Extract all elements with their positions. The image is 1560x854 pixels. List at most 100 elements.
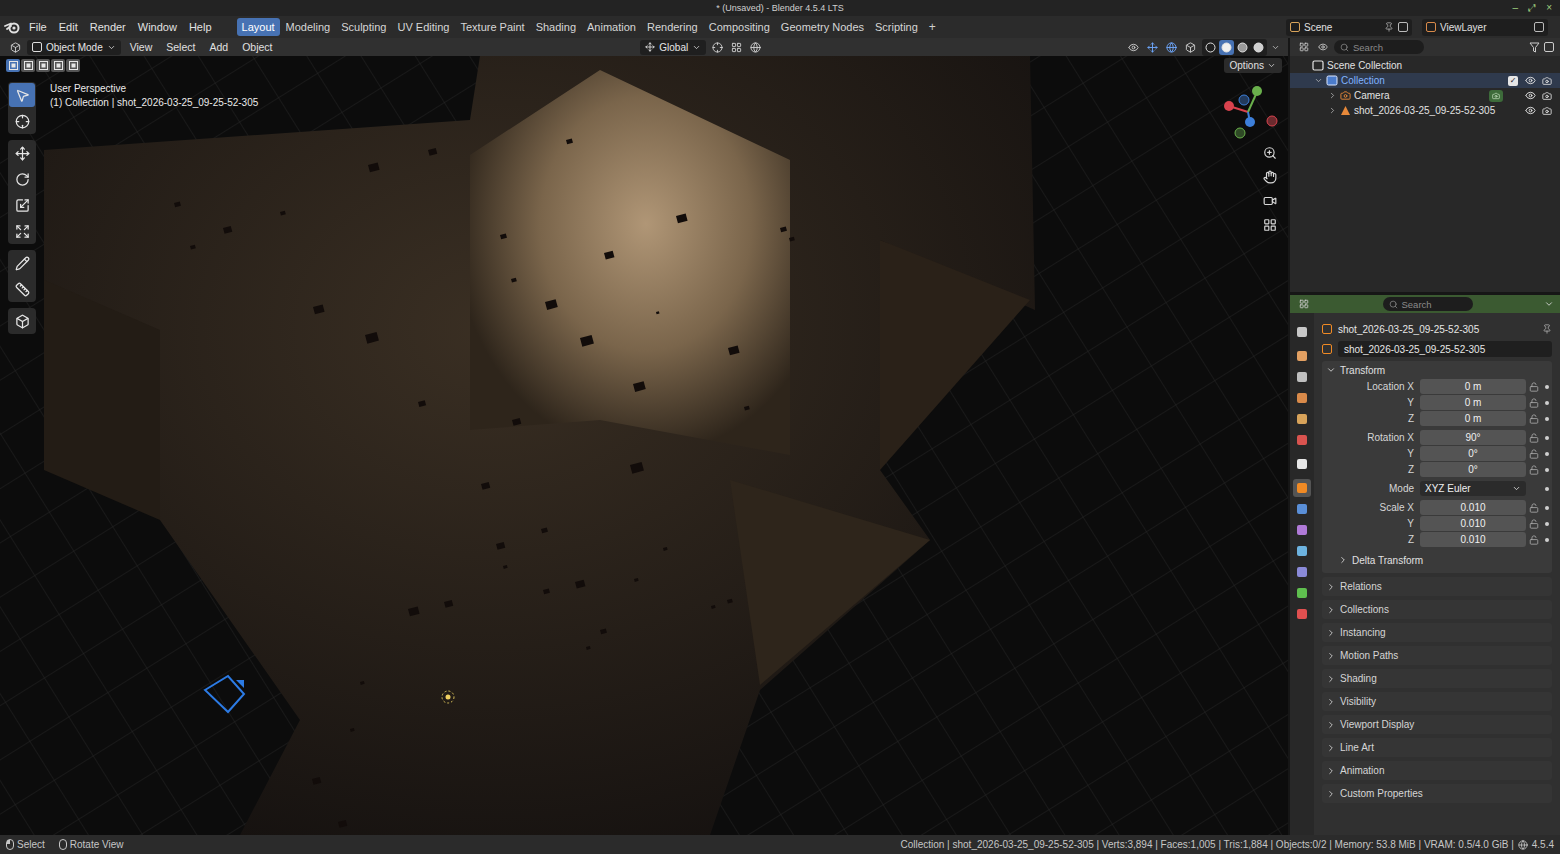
- menu-item[interactable]: File: [24, 19, 52, 35]
- tool-button[interactable]: [9, 309, 35, 333]
- number-field[interactable]: 0 m: [1420, 379, 1526, 394]
- outliner-row[interactable]: Camera: [1290, 88, 1560, 103]
- visibility-toggle[interactable]: [1523, 105, 1537, 116]
- camera-data-badge[interactable]: [1489, 90, 1503, 102]
- properties-tab[interactable]: [1293, 500, 1311, 518]
- xray-icon[interactable]: [1183, 40, 1198, 55]
- keyframe-dot[interactable]: [1545, 487, 1549, 491]
- keyframe-dot[interactable]: [1545, 436, 1549, 440]
- number-field[interactable]: 0.010: [1420, 532, 1526, 547]
- render-toggle[interactable]: [1540, 76, 1554, 86]
- 3d-viewport[interactable]: OptionsUser Perspective(1) Collection | …: [0, 56, 1288, 835]
- properties-tab[interactable]: [1293, 605, 1311, 623]
- outliner-search[interactable]: Search: [1334, 40, 1424, 54]
- unlock-icon[interactable]: [1529, 519, 1539, 529]
- workspace-tab[interactable]: Compositing: [704, 18, 775, 36]
- filter-icon[interactable]: [1529, 42, 1540, 53]
- unlock-icon[interactable]: [1529, 465, 1539, 475]
- tool-button[interactable]: [9, 109, 35, 133]
- menu-item[interactable]: Render: [85, 19, 131, 35]
- shading-options-icon[interactable]: [1271, 43, 1280, 52]
- wireframe-shading-icon[interactable]: [1203, 40, 1218, 55]
- panel-header[interactable]: Instancing: [1322, 623, 1552, 642]
- window-control[interactable]: ⤢: [1528, 3, 1536, 13]
- navigation-button[interactable]: [1260, 192, 1280, 210]
- tool-button[interactable]: [9, 167, 35, 191]
- panel-header[interactable]: Relations: [1322, 577, 1552, 596]
- tool-button[interactable]: [9, 251, 35, 275]
- number-field[interactable]: 0°: [1420, 446, 1526, 461]
- menu-item[interactable]: Window: [133, 19, 182, 35]
- expand-toggle[interactable]: [1327, 91, 1337, 100]
- expand-toggle[interactable]: [1327, 106, 1337, 115]
- selection-mode-button[interactable]: [66, 59, 80, 72]
- panel-header[interactable]: Viewport Display: [1322, 715, 1552, 734]
- navigation-button[interactable]: [1260, 168, 1280, 186]
- workspace-tab[interactable]: Sculpting: [336, 18, 391, 36]
- number-field[interactable]: 90°: [1420, 430, 1526, 445]
- gizmo-icon[interactable]: [1145, 40, 1160, 55]
- solid-shading-icon[interactable]: [1219, 40, 1234, 55]
- keyframe-dot[interactable]: [1545, 452, 1549, 456]
- keyframe-dot[interactable]: [1545, 385, 1549, 389]
- panel-header[interactable]: Line Art: [1322, 738, 1552, 757]
- tool-button[interactable]: [9, 193, 35, 217]
- panel-header[interactable]: Visibility: [1322, 692, 1552, 711]
- workspace-tab[interactable]: Animation: [582, 18, 641, 36]
- selection-mode-button[interactable]: [21, 59, 35, 72]
- render-toggle[interactable]: [1540, 106, 1554, 116]
- viewport-menu[interactable]: View: [125, 41, 158, 53]
- visibility-icon[interactable]: [1126, 40, 1141, 55]
- editor-type-icon[interactable]: [1296, 40, 1311, 55]
- workspace-tab[interactable]: Geometry Nodes: [776, 18, 869, 36]
- workspace-tab[interactable]: UV Editing: [392, 18, 454, 36]
- unlock-icon[interactable]: [1529, 449, 1539, 459]
- properties-tab[interactable]: [1293, 389, 1311, 407]
- number-field[interactable]: 0.010: [1420, 516, 1526, 531]
- tool-button[interactable]: [9, 141, 35, 165]
- editor-type-icon[interactable]: [8, 40, 23, 55]
- pin-icon[interactable]: [1384, 22, 1394, 32]
- panel-header[interactable]: Motion Paths: [1322, 646, 1552, 665]
- subpanel-header[interactable]: Delta Transform: [1322, 551, 1552, 569]
- blender-logo-icon[interactable]: [4, 20, 22, 34]
- workspace-tab[interactable]: Shading: [531, 18, 581, 36]
- workspace-tab[interactable]: Modeling: [281, 18, 336, 36]
- light-object[interactable]: [442, 691, 454, 703]
- tool-button[interactable]: [9, 219, 35, 243]
- panel-header[interactable]: Custom Properties: [1322, 784, 1552, 803]
- properties-tab[interactable]: [1293, 368, 1311, 386]
- keyframe-dot[interactable]: [1545, 468, 1549, 472]
- number-field[interactable]: 0°: [1420, 462, 1526, 477]
- navigation-button[interactable]: [1260, 144, 1280, 162]
- view-layer-selector[interactable]: ViewLayer: [1422, 19, 1548, 36]
- dropdown-field[interactable]: XYZ Euler: [1420, 481, 1526, 496]
- properties-search[interactable]: Search: [1383, 297, 1473, 311]
- expand-toggle[interactable]: [1313, 76, 1323, 85]
- material-shading-icon[interactable]: [1235, 40, 1250, 55]
- number-field[interactable]: 0.010: [1420, 500, 1526, 515]
- workspace-tab[interactable]: Rendering: [642, 18, 703, 36]
- panel-header[interactable]: Transform: [1322, 361, 1552, 379]
- keyframe-dot[interactable]: [1545, 538, 1549, 542]
- properties-tab[interactable]: [1293, 455, 1311, 473]
- add-workspace-button[interactable]: +: [924, 20, 941, 34]
- pin-icon[interactable]: [1542, 324, 1552, 334]
- orientation-dropdown[interactable]: Global: [640, 40, 706, 55]
- new-collection-icon[interactable]: [1544, 42, 1554, 52]
- unlock-icon[interactable]: [1529, 433, 1539, 443]
- selection-mode-button[interactable]: [51, 59, 65, 72]
- menu-item[interactable]: Edit: [54, 19, 83, 35]
- tool-button[interactable]: [9, 83, 35, 107]
- properties-tab[interactable]: [1293, 521, 1311, 539]
- options-chevron-icon[interactable]: [1544, 299, 1554, 309]
- keyframe-dot[interactable]: [1545, 522, 1549, 526]
- workspace-tab[interactable]: Texture Paint: [455, 18, 529, 36]
- tool-button[interactable]: [9, 277, 35, 301]
- properties-tab[interactable]: [1293, 347, 1311, 365]
- navigation-button[interactable]: [1260, 216, 1280, 234]
- overlays-icon[interactable]: [1164, 40, 1179, 55]
- keyframe-dot[interactable]: [1545, 417, 1549, 421]
- scene-selector[interactable]: Scene: [1286, 19, 1412, 36]
- proportional-edit-icon[interactable]: [748, 40, 763, 55]
